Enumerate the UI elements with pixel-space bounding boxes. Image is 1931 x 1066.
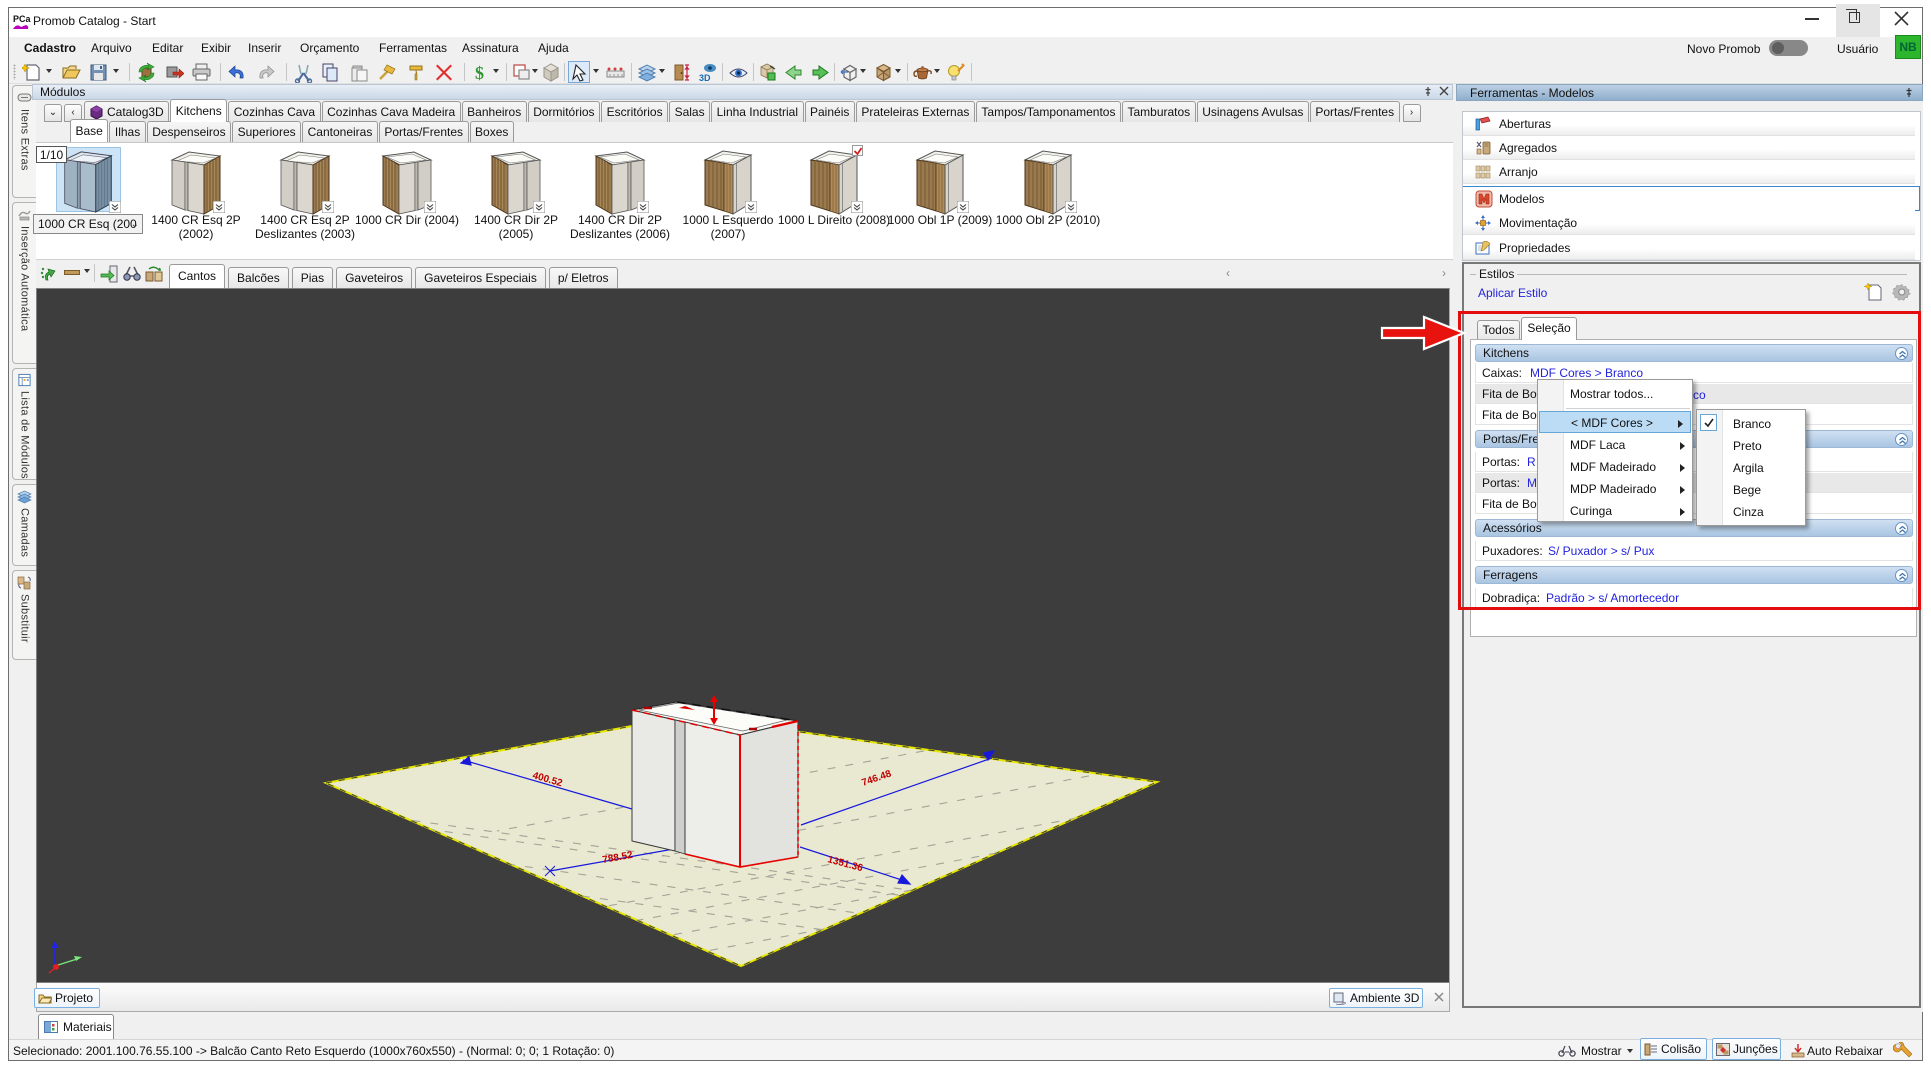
svg-text:$: $ [475,63,484,83]
svg-text:PCa: PCa [13,14,32,24]
svg-text:3D: 3D [699,73,711,83]
